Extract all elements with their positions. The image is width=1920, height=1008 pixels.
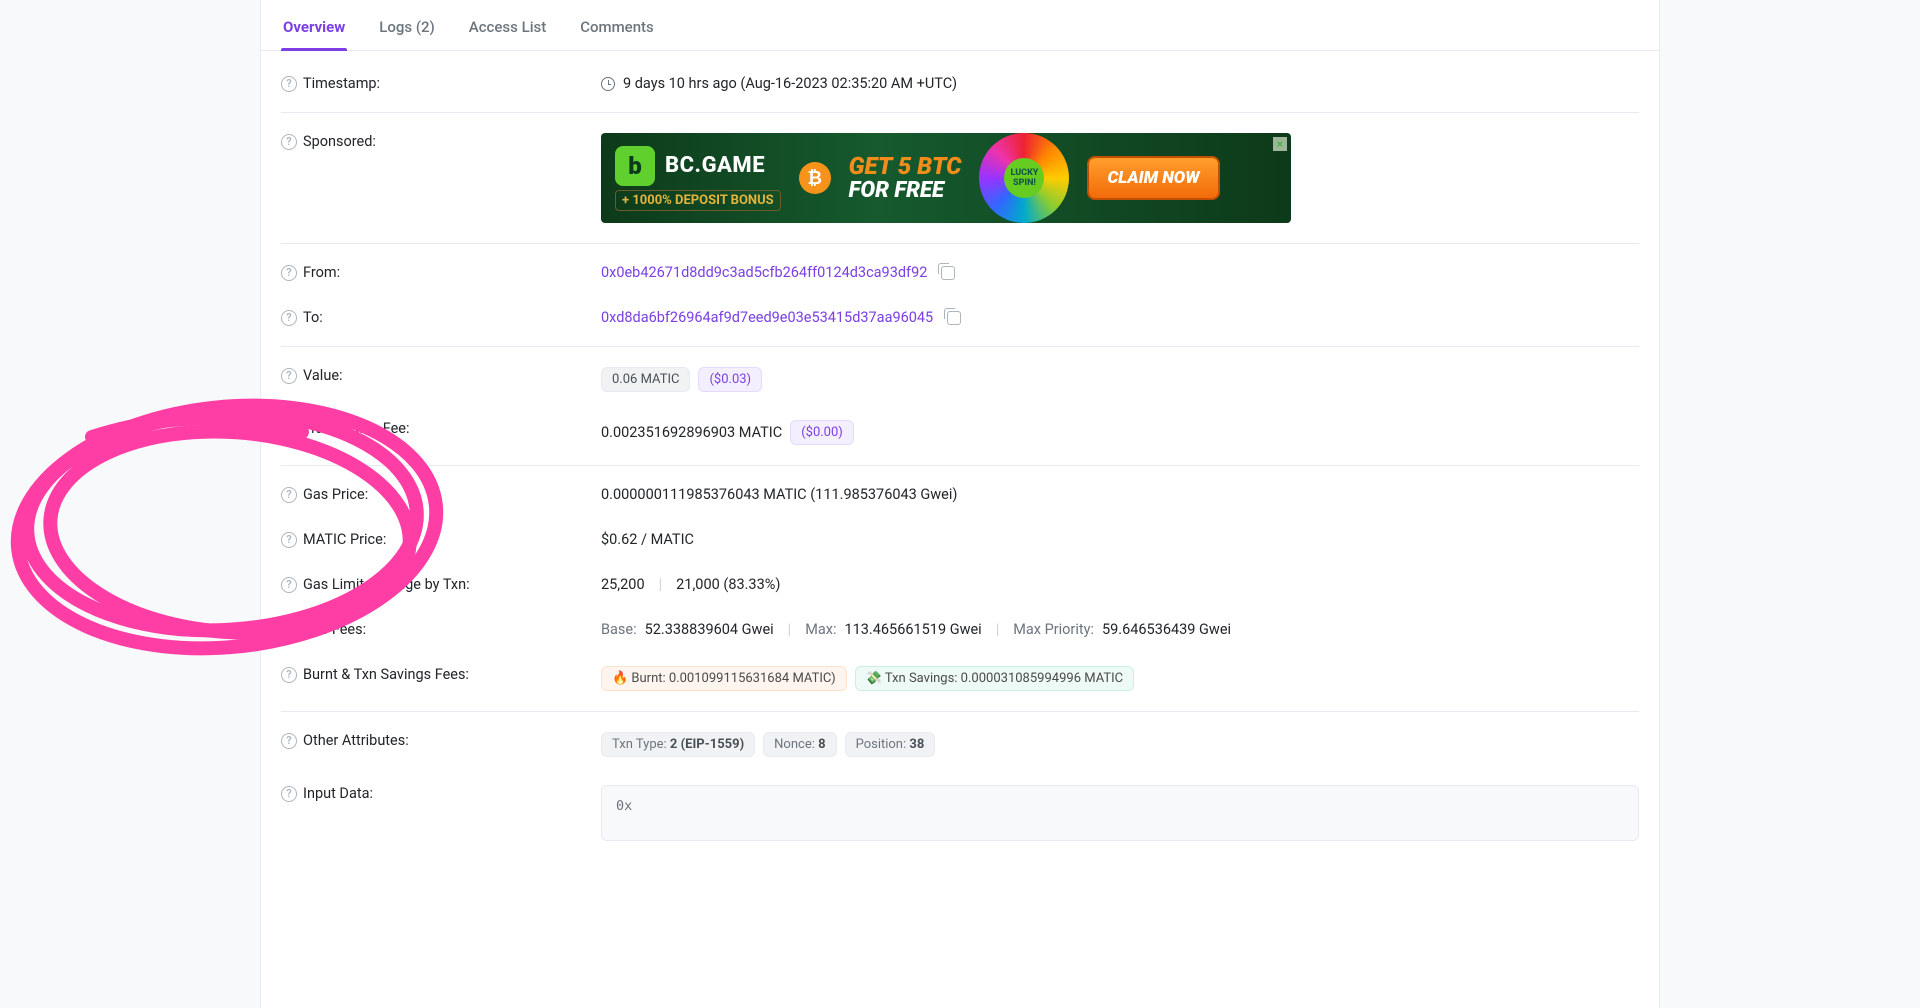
txn-fee-usd: ($0.00)	[790, 420, 854, 445]
help-icon[interactable]: ?	[281, 265, 297, 281]
sponsored-ad[interactable]: b BC.GAME + 1000% DEPOSIT BONUS ₿ GET 5 …	[601, 133, 1291, 223]
help-icon[interactable]: ?	[281, 577, 297, 593]
label-burnt-savings: Burnt & Txn Savings Fees:	[303, 666, 469, 683]
base-fee-value: 52.338839604 Gwei	[645, 621, 774, 638]
help-icon[interactable]: ?	[281, 733, 297, 749]
gas-price-value: 0.000000111985376043 MATIC (111.98537604…	[601, 486, 957, 503]
tab-comments[interactable]: Comments	[578, 8, 656, 50]
label-sponsored: Sponsored:	[303, 133, 376, 150]
burnt-fees-pill: 🔥 Burnt: 0.001099115631684 MATIC)	[601, 666, 847, 691]
tab-access-list[interactable]: Access List	[467, 8, 548, 50]
separator: |	[659, 576, 663, 593]
timestamp-value: 9 days 10 hrs ago (Aug-16-2023 02:35:20 …	[623, 75, 957, 92]
label-gas-limit-usage: Gas Limit & Usage by Txn:	[303, 576, 470, 593]
label-from: From:	[303, 264, 340, 281]
row-sponsored: ? Sponsored: b BC.GAME + 1000% DEPOSIT B…	[281, 112, 1639, 237]
help-icon[interactable]: ?	[281, 487, 297, 503]
row-from: ? From: 0x0eb42671d8dd9c3ad5cfb264ff0124…	[281, 243, 1639, 295]
max-priority-label: Max Priority:	[1013, 621, 1094, 638]
label-txn-fee: Transaction Fee:	[303, 420, 410, 437]
ad-headline-2: FOR FREE	[849, 180, 962, 202]
row-burnt-savings: ? Burnt & Txn Savings Fees: 🔥 Burnt: 0.0…	[281, 652, 1639, 705]
max-priority-value: 59.646536439 Gwei	[1102, 621, 1231, 638]
ad-bonus: + 1000% DEPOSIT BONUS	[615, 190, 781, 211]
label-matic-price: MATIC Price:	[303, 531, 386, 548]
ad-close-icon[interactable]: ×	[1273, 137, 1287, 151]
tabs-bar: Overview Logs (2) Access List Comments	[261, 0, 1659, 51]
row-gas-limit-usage: ? Gas Limit & Usage by Txn: 25,200 | 21,…	[281, 562, 1639, 607]
separator: |	[788, 621, 792, 638]
txn-fee-amount: 0.002351692896903 MATIC	[601, 424, 782, 441]
row-gas-price: ? Gas Price: 0.000000111985376043 MATIC …	[281, 465, 1639, 517]
tab-overview[interactable]: Overview	[281, 8, 347, 50]
base-fee-label: Base:	[601, 621, 637, 638]
claim-now-button[interactable]: CLAIM NOW	[1087, 156, 1219, 200]
label-gas-price: Gas Price:	[303, 486, 368, 503]
label-to: To:	[303, 309, 323, 326]
row-input-data: ? Input Data: 0x	[281, 771, 1639, 855]
ad-headline-1: GET 5 BTC	[849, 154, 962, 178]
row-matic-price: ? MATIC Price: $0.62 / MATIC	[281, 517, 1639, 562]
row-timestamp: ? Timestamp: 9 days 10 hrs ago (Aug-16-2…	[281, 61, 1639, 106]
row-to: ? To: 0xd8da6bf26964af9d7eed9e03e53415d3…	[281, 295, 1639, 340]
gas-limit-value: 25,200	[601, 576, 645, 593]
copy-icon[interactable]	[947, 311, 961, 325]
ad-brand: BC.GAME	[665, 153, 765, 178]
help-icon[interactable]: ?	[281, 368, 297, 384]
position-pill: Position: 38	[845, 732, 936, 757]
matic-price-value: $0.62 / MATIC	[601, 531, 694, 548]
label-input-data: Input Data:	[303, 785, 373, 802]
input-data-box[interactable]: 0x	[601, 785, 1639, 841]
row-txn-fee: ? Transaction Fee: 0.002351692896903 MAT…	[281, 406, 1639, 459]
help-icon[interactable]: ?	[281, 76, 297, 92]
bitcoin-icon: ₿	[799, 162, 831, 194]
max-fee-label: Max:	[805, 621, 836, 638]
value-usd: ($0.03)	[698, 367, 762, 392]
help-icon[interactable]: ?	[281, 622, 297, 638]
from-address-link[interactable]: 0x0eb42671d8dd9c3ad5cfb264ff0124d3ca93df…	[601, 264, 927, 281]
help-icon[interactable]: ?	[281, 532, 297, 548]
value-amount: 0.06 MATIC	[601, 367, 690, 392]
txn-type-pill: Txn Type: 2 (EIP-1559)	[601, 732, 755, 757]
row-value: ? Value: 0.06 MATIC ($0.03)	[281, 346, 1639, 406]
tab-logs[interactable]: Logs (2)	[377, 8, 437, 50]
lucky-spin-wheel-icon	[979, 133, 1069, 223]
label-timestamp: Timestamp:	[303, 75, 380, 92]
help-icon[interactable]: ?	[281, 786, 297, 802]
row-gas-fees: ? Gas Fees: Base: 52.338839604 Gwei | Ma…	[281, 607, 1639, 652]
row-other-attributes: ? Other Attributes: Txn Type: 2 (EIP-155…	[281, 711, 1639, 771]
copy-icon[interactable]	[941, 266, 955, 280]
nonce-pill: Nonce: 8	[763, 732, 836, 757]
ad-logo-icon: b	[615, 146, 655, 186]
help-icon[interactable]: ?	[281, 667, 297, 683]
label-gas-fees: Gas Fees:	[303, 621, 366, 638]
help-icon[interactable]: ?	[281, 134, 297, 150]
label-value: Value:	[303, 367, 343, 384]
help-icon[interactable]: ?	[281, 421, 297, 437]
separator: |	[996, 621, 1000, 638]
gas-used-value: 21,000 (83.33%)	[676, 576, 780, 593]
help-icon[interactable]: ?	[281, 310, 297, 326]
txn-savings-pill: 💸 Txn Savings: 0.000031085994996 MATIC	[855, 666, 1134, 691]
label-other-attrs: Other Attributes:	[303, 732, 409, 749]
max-fee-value: 113.465661519 Gwei	[844, 621, 981, 638]
to-address-link[interactable]: 0xd8da6bf26964af9d7eed9e03e53415d37aa960…	[601, 309, 933, 326]
clock-icon	[601, 77, 615, 91]
